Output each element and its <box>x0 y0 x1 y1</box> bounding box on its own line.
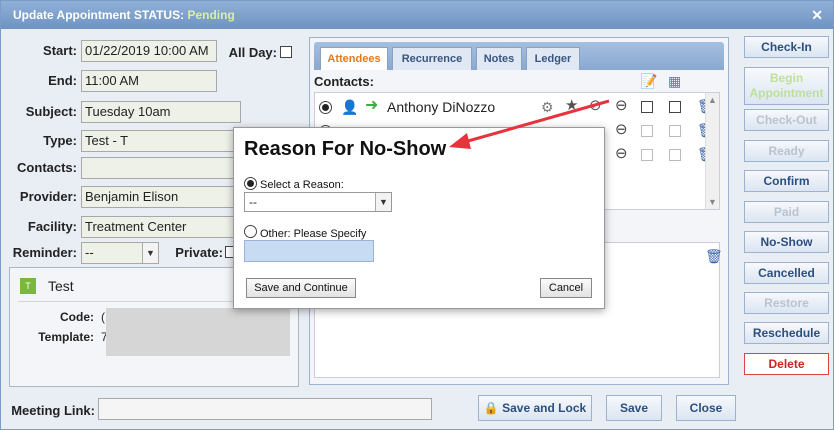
provider-value: Benjamin Elison <box>85 189 179 204</box>
contacts-input[interactable] <box>81 157 241 179</box>
facility-select[interactable]: Treatment Center <box>81 216 241 238</box>
meeting-link-input[interactable] <box>98 398 432 420</box>
close-icon[interactable]: ✕ <box>811 1 823 29</box>
template-badge: T <box>20 278 36 294</box>
delete-button[interactable]: Delete <box>744 353 829 375</box>
annotation-arrow <box>449 99 610 149</box>
reschedule-button[interactable]: Reschedule <box>744 322 829 344</box>
calendar-icon[interactable]: ▦ <box>668 74 681 88</box>
tab-recurrence[interactable]: Recurrence <box>392 47 472 70</box>
start-input[interactable]: 01/22/2019 10:00 AM <box>81 40 217 62</box>
arrow-right-icon[interactable]: ➜ <box>365 98 378 114</box>
contacts-label: Contacts: <box>17 160 77 175</box>
tab-bar: Attendees Recurrence Notes Ledger <box>314 42 724 70</box>
other-reason-label: Other: Please Specify <box>260 228 367 240</box>
close-button[interactable]: Close <box>676 395 736 421</box>
template-name: Test <box>48 278 74 294</box>
redacted-area <box>106 308 290 356</box>
reminder-label: Reminder: <box>12 245 77 260</box>
lock-icon: 🔒 <box>483 401 499 415</box>
check-in-button[interactable]: Check-In <box>744 36 829 58</box>
meeting-link-label: Meeting Link: <box>11 403 95 418</box>
contact-radio[interactable] <box>319 101 332 114</box>
cancelled-button[interactable]: Cancelled <box>744 262 829 284</box>
paid-button[interactable]: Paid <box>744 201 829 223</box>
window-title: Update Appointment STATUS: <box>13 8 188 22</box>
end-label: End: <box>48 73 77 88</box>
check-out-button[interactable]: Check-Out <box>744 109 829 131</box>
chevron-down-icon: ▼ <box>375 193 391 211</box>
no-show-reason-dialog: Reason For No-Show Select a Reason: -- ▼… <box>233 127 605 309</box>
add-user-icon[interactable]: 👤 <box>341 100 358 114</box>
contact-checkbox[interactable] <box>641 149 653 161</box>
save-and-continue-button[interactable]: Save and Continue <box>246 278 356 298</box>
confirm-button[interactable]: Confirm <box>744 170 829 192</box>
type-label: Type: <box>43 133 77 148</box>
other-reason-input[interactable] <box>244 240 374 262</box>
subject-input[interactable]: Tuesday 10am <box>81 101 241 123</box>
window-titlebar: Update Appointment STATUS: Pending ✕ <box>1 1 833 29</box>
reminder-select[interactable]: -- ▼ <box>81 242 159 264</box>
end-input[interactable]: 11:00 AM <box>81 70 217 92</box>
select-reason-radio[interactable] <box>244 177 257 190</box>
allday-checkbox[interactable] <box>280 46 292 58</box>
tab-notes[interactable]: Notes <box>476 47 522 70</box>
restore-button[interactable]: Restore <box>744 292 829 314</box>
contact-checkbox[interactable] <box>669 125 681 137</box>
select-reason-label: Select a Reason: <box>260 179 344 191</box>
save-and-lock-button[interactable]: 🔒 Save and Lock <box>478 395 592 421</box>
private-label: Private: <box>175 245 223 260</box>
chevron-up-icon[interactable]: ▲ <box>708 95 717 105</box>
code-value: ( <box>101 310 105 324</box>
arrow-head <box>449 133 471 149</box>
template-label: Template: <box>38 330 94 344</box>
scrollbar[interactable]: ▲ ▼ <box>705 93 719 209</box>
trash-icon[interactable]: 🗑 <box>705 249 723 263</box>
begin-appointment-button[interactable]: Begin Appointment <box>744 67 829 105</box>
tab-ledger[interactable]: Ledger <box>526 47 580 70</box>
start-label: Start: <box>43 43 77 58</box>
facility-value: Treatment Center <box>85 219 187 234</box>
ready-button[interactable]: Ready <box>744 140 829 162</box>
other-reason-radio[interactable] <box>244 225 257 238</box>
chevron-down-icon: ▼ <box>142 243 158 263</box>
status-label: Pending <box>187 8 235 22</box>
appointment-window: Update Appointment STATUS: Pending ✕ Sta… <box>0 0 834 430</box>
contact-checkbox[interactable] <box>669 101 681 113</box>
add-note-icon[interactable]: 📝 <box>640 74 657 88</box>
chevron-down-icon[interactable]: ▼ <box>708 197 717 207</box>
reminder-value: -- <box>85 245 94 260</box>
contact-checkbox[interactable] <box>669 149 681 161</box>
save-button[interactable]: Save <box>606 395 662 421</box>
save-and-lock-label: Save and Lock <box>502 401 587 415</box>
no-show-button[interactable]: No-Show <box>744 231 829 253</box>
dialog-title: Reason For No-Show <box>244 138 447 160</box>
allday-label: All Day: <box>228 45 277 60</box>
reason-select[interactable]: -- ▼ <box>244 192 392 212</box>
type-value: Test - T <box>85 133 129 148</box>
type-select[interactable]: Test - T <box>81 130 241 152</box>
reason-select-value: -- <box>249 195 257 209</box>
code-label: Code: <box>60 310 94 324</box>
cancel-button[interactable]: Cancel <box>540 278 592 298</box>
attendee-contacts-header: Contacts: <box>314 74 374 89</box>
facility-label: Facility: <box>27 219 77 234</box>
provider-select[interactable]: Benjamin Elison <box>81 186 241 208</box>
subject-label: Subject: <box>25 104 77 119</box>
tab-attendees[interactable]: Attendees <box>320 47 388 70</box>
arrow-line <box>460 99 610 145</box>
provider-label: Provider: <box>19 189 77 204</box>
contact-checkbox[interactable] <box>641 101 653 113</box>
contact-checkbox[interactable] <box>641 125 653 137</box>
